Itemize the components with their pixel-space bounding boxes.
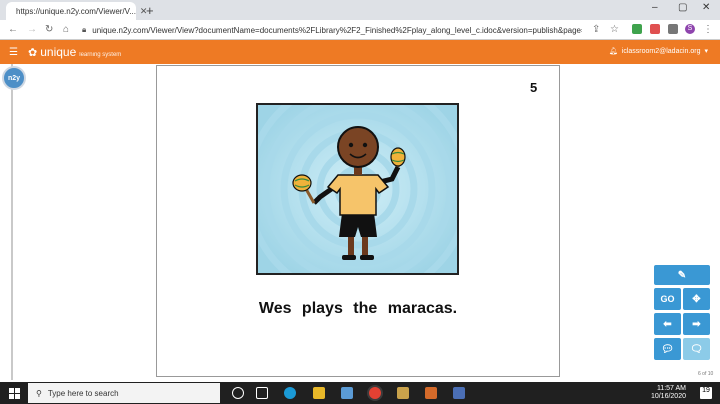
address-bar-row: ← → ↻ ⌂ 🔒︎ unique.n2y.com/Viewer/View?do… [0,20,720,40]
home-icon[interactable]: ⌂ [63,24,69,35]
profile-avatar[interactable]: S [685,24,695,34]
hamburger-menu-icon[interactable]: ☰ [9,47,18,58]
bookmark-star-icon[interactable]: ☆ [610,24,619,35]
comment-bubble-icon: 🗨︎ [690,343,703,355]
edge-browser-icon[interactable] [284,387,296,399]
app-icon-blue[interactable] [453,387,465,399]
back-icon[interactable]: ← [8,24,18,35]
unique-logo: ✿ unique learning system [28,45,122,59]
reload-icon[interactable]: ↻ [45,24,53,35]
file-explorer-icon[interactable] [313,387,325,399]
media-player-icon[interactable] [397,387,409,399]
go-button[interactable]: GO [654,288,681,310]
previous-page-button[interactable]: ⬅ [654,313,681,335]
extension-green-icon[interactable] [632,24,642,34]
menu-dots-icon[interactable]: ⋮ [703,24,713,35]
arrow-right-icon: ➡ [692,318,701,330]
pencil-tool-button[interactable]: ✎ [654,265,710,285]
extensions-puzzle-icon[interactable] [668,24,678,34]
move-tool-button[interactable]: ✥ [683,288,710,310]
system-clock[interactable]: 11:57 AM 10/16/2020 [651,385,686,401]
next-page-button[interactable]: ➡ [683,313,710,335]
browser-tab[interactable]: https://unique.n2y.com/Viewer/V... ✕ [6,2,147,20]
move-arrows-icon: ✥ [692,293,701,305]
clock-date: 10/16/2020 [650,393,686,400]
tab-title: https://unique.n2y.com/Viewer/V... [16,6,136,16]
maximize-icon[interactable]: ▢ [678,2,687,13]
comment-tool-button[interactable]: 🗨︎ [683,338,710,360]
speech-tool-button[interactable]: 💬︎ [654,338,681,360]
sidebar-divider [11,64,13,380]
page-number: 5 [530,80,538,95]
chrome-icon[interactable] [369,387,381,399]
n2y-badge[interactable]: n2y [2,66,26,90]
browser-tab-strip: https://unique.n2y.com/Viewer/V... ✕ + –… [0,0,720,20]
minimize-icon[interactable]: – [652,2,658,13]
new-tab-icon[interactable]: + [146,3,154,18]
lock-icon: 🔒︎ [82,25,87,34]
task-view-icon[interactable] [256,387,268,399]
boy-with-maracas-picture [258,105,457,273]
logo-subtitle: learning system [79,52,122,58]
page-counter: 6 of 10 [698,371,714,377]
cortana-icon[interactable] [232,387,244,399]
windows-taskbar: ⚲ Type here to search 11:57 AM 10/16/202… [0,382,720,404]
logo-text: unique [40,45,77,59]
url-field[interactable]: 🔒︎ unique.n2y.com/Viewer/View?documentNa… [82,23,582,37]
notification-bell-icon[interactable]: 🔔︎ [609,47,618,55]
chevron-down-icon: ▾ [704,48,708,55]
share-icon[interactable]: ⇪ [592,24,600,35]
taskbar-search-box[interactable]: ⚲ Type here to search [28,383,220,403]
extension-red-icon[interactable] [650,24,660,34]
arrow-left-icon: ⬅ [663,318,672,330]
search-placeholder: Type here to search [47,388,119,398]
app-icon-orange[interactable] [425,387,437,399]
speech-bubble-icon: 💬︎ [661,343,674,355]
notification-center-icon[interactable]: 19 [700,387,712,399]
wes-maracas-illustration [256,103,459,275]
pencil-icon: ✎ [677,269,687,281]
clock-time: 11:57 AM [656,385,686,392]
search-icon: ⚲ [36,388,42,398]
forward-icon[interactable]: → [27,24,37,35]
windows-start-icon[interactable] [9,388,20,399]
user-email: iclassroom2@ladacin.org [621,47,701,55]
tool-panel: ✎ GO ✥ ⬅ ➡ 💬︎ 🗨︎ [654,265,710,363]
close-window-icon[interactable]: ✕ [702,2,710,13]
user-menu[interactable]: 🔔︎ iclassroom2@ladacin.org ▾ [609,47,708,56]
store-icon[interactable] [341,387,353,399]
url-text: unique.n2y.com/Viewer/View?documentName=… [92,25,582,35]
go-label: GO [660,294,675,304]
sentence-caption: Wes plays the maracas. [258,300,458,317]
